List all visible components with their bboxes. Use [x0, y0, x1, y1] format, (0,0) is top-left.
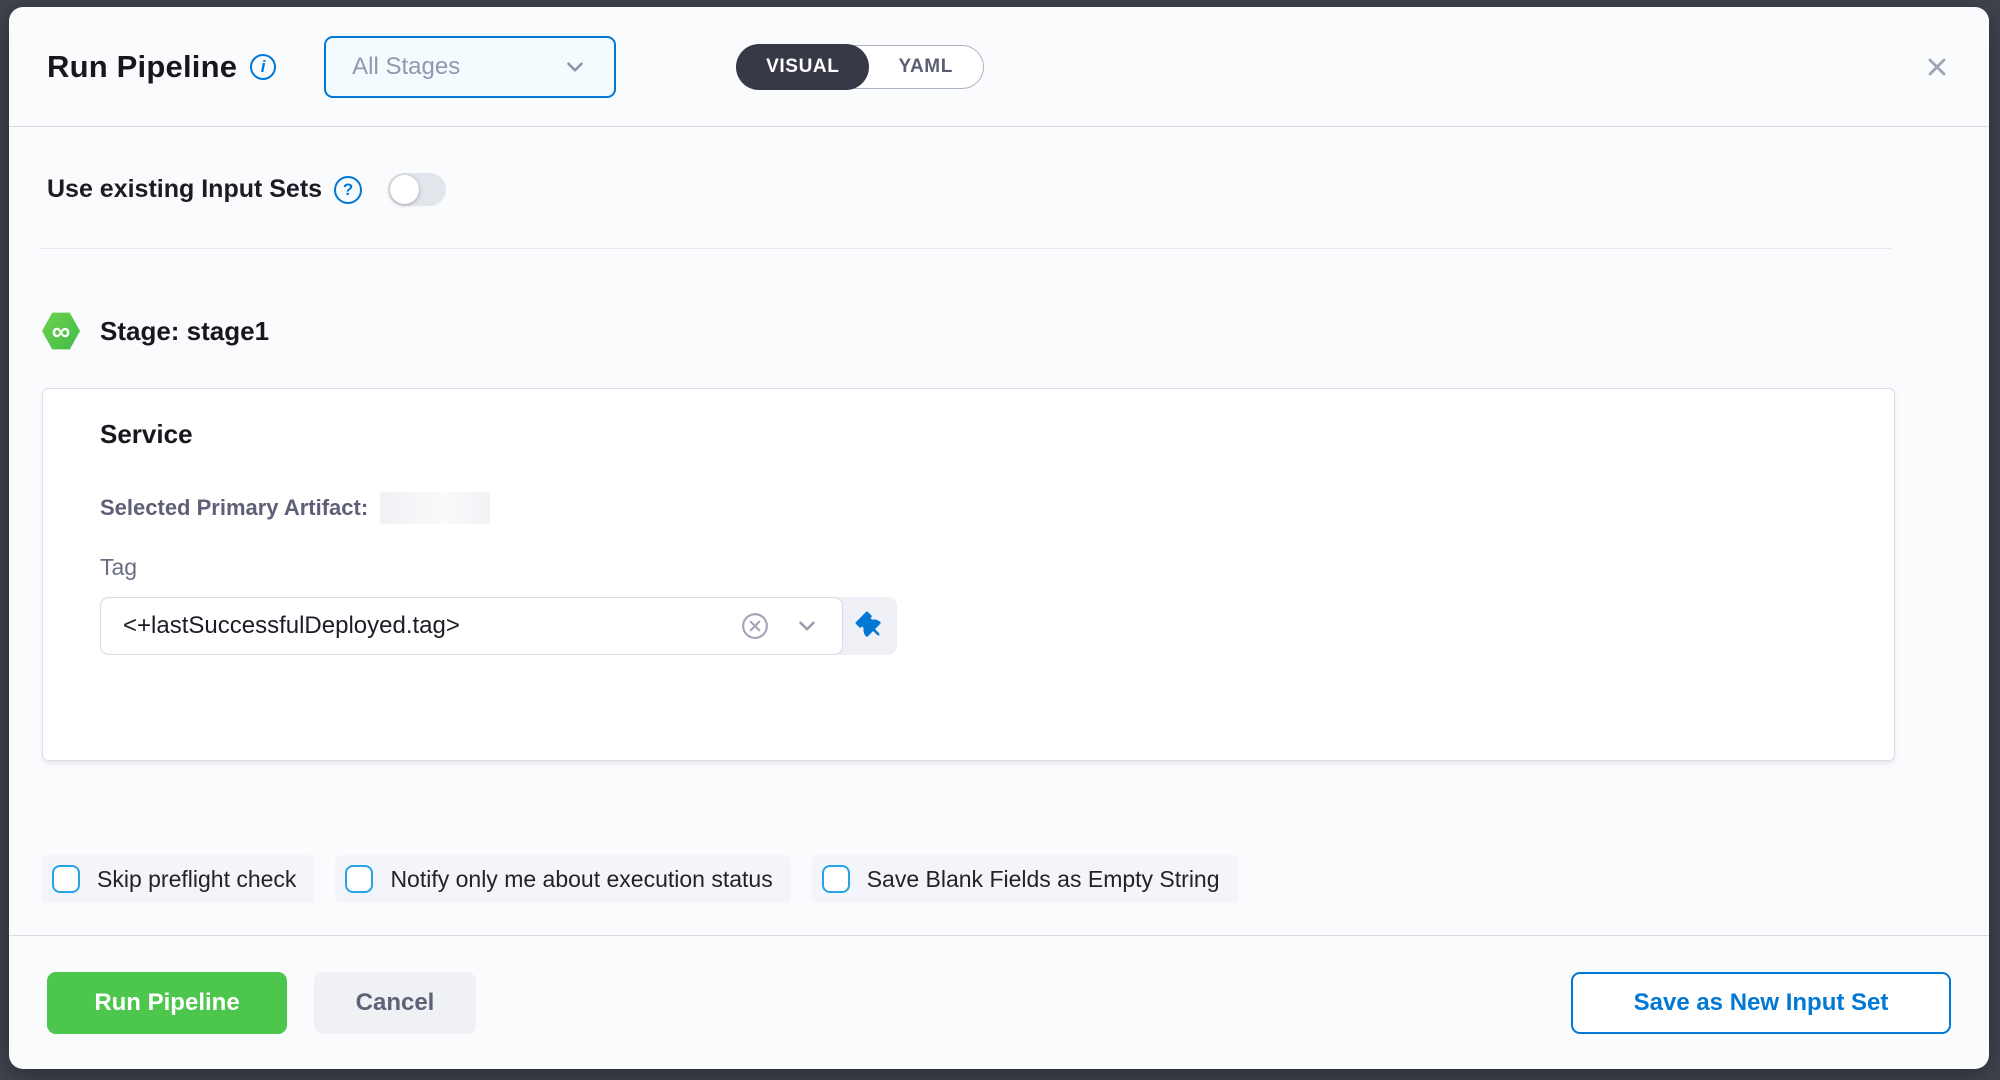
- section-divider: [39, 248, 1891, 249]
- checkbox-icon[interactable]: [52, 865, 80, 893]
- service-card-title: Service: [100, 419, 1894, 450]
- stage-select-dropdown[interactable]: All Stages: [324, 36, 616, 98]
- modal-header: Run Pipeline i All Stages VISUAL YAML: [9, 7, 1989, 127]
- stage-hexagon-icon: ∞: [42, 311, 80, 351]
- option-label: Notify only me about execution status: [390, 866, 772, 893]
- tag-field-label: Tag: [100, 554, 1894, 581]
- use-input-sets-row: Use existing Input Sets ?: [47, 173, 446, 206]
- tag-input-value: <+lastSuccessfulDeployed.tag>: [123, 612, 460, 640]
- pin-icon: [851, 607, 889, 645]
- stage-select-value: All Stages: [352, 53, 460, 81]
- run-pipeline-button[interactable]: Run Pipeline: [47, 972, 287, 1034]
- cancel-button[interactable]: Cancel: [314, 972, 476, 1034]
- checkbox-icon[interactable]: [822, 865, 850, 893]
- input-sets-toggle[interactable]: [388, 173, 446, 206]
- page-title: Run Pipeline: [47, 49, 237, 85]
- help-icon[interactable]: ?: [334, 176, 362, 204]
- close-icon: [1923, 53, 1951, 81]
- view-mode-toggle: VISUAL YAML: [736, 45, 984, 89]
- tag-input-group: <+lastSuccessfulDeployed.tag>: [100, 597, 897, 655]
- option-label: Skip preflight check: [97, 866, 296, 893]
- run-pipeline-modal: Run Pipeline i All Stages VISUAL YAML Us…: [9, 7, 1989, 1069]
- option-label: Save Blank Fields as Empty String: [867, 866, 1220, 893]
- use-input-sets-label: Use existing Input Sets: [47, 175, 322, 204]
- pin-button[interactable]: [843, 597, 897, 655]
- modal-footer: Run Pipeline Cancel Save as New Input Se…: [9, 935, 1989, 1069]
- selected-artifact-value-redacted: [380, 492, 490, 524]
- toggle-knob: [390, 175, 419, 204]
- info-icon[interactable]: i: [250, 54, 276, 80]
- chevron-down-icon: [562, 54, 588, 80]
- selected-artifact-row: Selected Primary Artifact:: [100, 492, 1894, 524]
- close-button[interactable]: [1915, 45, 1959, 89]
- stage-row: ∞ Stage: stage1: [42, 311, 269, 351]
- tab-visual[interactable]: VISUAL: [736, 44, 869, 90]
- clear-icon[interactable]: [740, 611, 770, 641]
- execution-options: Skip preflight check Notify only me abou…: [42, 855, 1238, 903]
- tab-yaml[interactable]: YAML: [868, 56, 982, 78]
- checkbox-icon[interactable]: [345, 865, 373, 893]
- option-skip-preflight[interactable]: Skip preflight check: [42, 855, 314, 903]
- selected-artifact-label: Selected Primary Artifact:: [100, 495, 368, 521]
- stage-title: Stage: stage1: [100, 316, 269, 347]
- service-card: Service Selected Primary Artifact: Tag <…: [42, 388, 1895, 761]
- option-notify-only-me[interactable]: Notify only me about execution status: [335, 855, 790, 903]
- save-as-new-input-set-button[interactable]: Save as New Input Set: [1571, 972, 1951, 1034]
- option-save-blank-fields[interactable]: Save Blank Fields as Empty String: [812, 855, 1238, 903]
- tag-input[interactable]: <+lastSuccessfulDeployed.tag>: [100, 597, 843, 655]
- chevron-down-icon[interactable]: [794, 613, 820, 639]
